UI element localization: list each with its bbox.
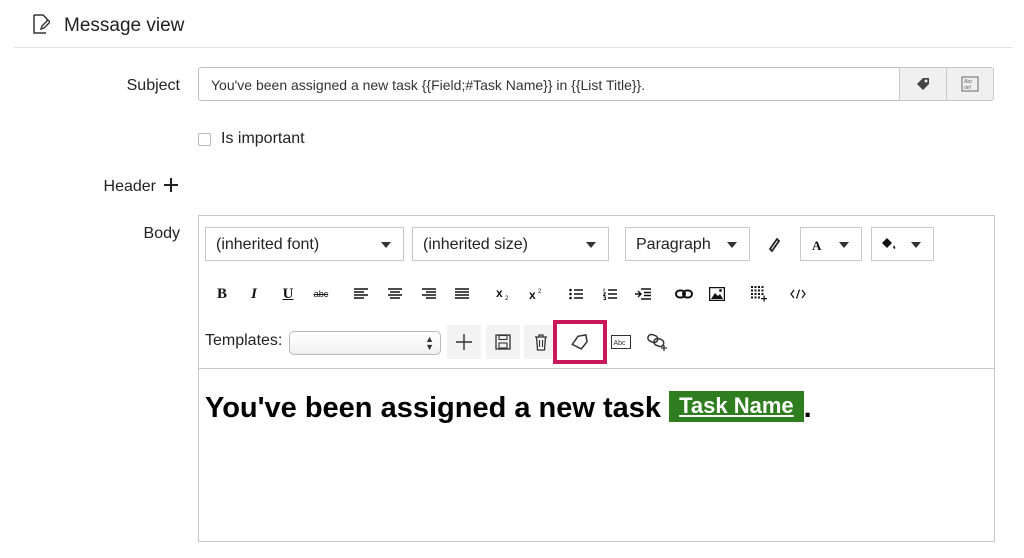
strikethrough-button[interactable]: abc (307, 280, 335, 308)
underline-button[interactable]: U (274, 280, 302, 308)
image-icon (709, 287, 725, 301)
source-code-button[interactable] (784, 280, 812, 308)
justify-button[interactable] (448, 280, 476, 308)
subject-input[interactable]: You've been assigned a new task {{Field;… (198, 67, 900, 101)
background-color-select[interactable] (871, 227, 934, 261)
text-field-icon: Abc def (961, 76, 979, 92)
insert-field-button[interactable] (899, 67, 947, 101)
clear-format-button[interactable] (760, 230, 788, 258)
font-size-select[interactable]: (inherited size) (412, 227, 609, 261)
svg-text:A: A (812, 238, 822, 252)
eraser-icon (768, 237, 781, 252)
tag-icon (917, 78, 929, 90)
block-format-value: Paragraph (636, 236, 711, 253)
italic-button[interactable]: I (240, 280, 268, 308)
text-color-icon: A (812, 238, 822, 252)
highlighted-remove-field-button[interactable] (553, 320, 607, 364)
indent-icon (635, 288, 651, 300)
body-editor: (inherited font) (inherited size) Paragr… (198, 215, 995, 542)
align-right-icon (422, 288, 436, 299)
plus-icon (456, 334, 472, 350)
numbered-list-icon (603, 288, 617, 300)
svg-text:Abc: Abc (614, 340, 627, 347)
header-label: Header (103, 178, 156, 195)
body-label: Body (143, 225, 180, 242)
task-name-field-chip[interactable]: Task Name (669, 391, 804, 422)
svg-text:x: x (496, 287, 503, 300)
editor-toolbar: (inherited font) (inherited size) Paragr… (199, 216, 994, 369)
svg-text:x: x (529, 288, 536, 301)
font-family-select[interactable]: (inherited font) (205, 227, 404, 261)
templates-label: Templates: (205, 332, 283, 349)
subject-label: Subject (126, 77, 180, 94)
insert-table-button[interactable] (745, 280, 773, 308)
body-text: You've been assigned a new task (205, 392, 662, 424)
section-title: Message view (64, 15, 185, 36)
subscript-button[interactable]: x 2 (490, 280, 518, 308)
trash-icon (535, 334, 547, 351)
table-icon (751, 286, 767, 302)
text-color-select[interactable]: A (800, 227, 862, 261)
paint-bucket-icon (882, 238, 896, 249)
svg-text:2: 2 (538, 289, 542, 295)
add-header-icon[interactable] (163, 177, 179, 193)
svg-text:def: def (964, 85, 972, 91)
edit-document-icon (33, 14, 50, 34)
bullet-list-button[interactable] (562, 280, 590, 308)
subscript-icon: x 2 (496, 287, 509, 301)
numbered-list-button[interactable] (596, 280, 624, 308)
insert-link-button[interactable] (670, 280, 698, 308)
editor-content[interactable]: You've been assigned a new task Task Nam… (205, 391, 812, 425)
align-left-button[interactable] (347, 280, 375, 308)
link-icon (675, 289, 693, 299)
code-icon (790, 289, 806, 299)
add-link-field-button[interactable] (641, 325, 675, 359)
insert-text-field-button-toolbar[interactable]: Abc (604, 325, 638, 359)
font-family-value: (inherited font) (216, 236, 320, 253)
add-template-button[interactable] (447, 325, 481, 359)
font-size-value: (inherited size) (423, 236, 528, 253)
bullet-list-icon (569, 288, 583, 300)
section-header: Message view (14, 0, 1013, 48)
text-field-icon: Abc (611, 335, 631, 349)
superscript-icon: x 2 (529, 288, 542, 301)
tag-outline-icon (571, 334, 588, 350)
align-center-button[interactable] (381, 280, 409, 308)
align-right-button[interactable] (415, 280, 443, 308)
body-trailing-text: . (803, 392, 812, 424)
indent-button[interactable] (629, 280, 657, 308)
svg-text:2: 2 (505, 296, 509, 301)
align-left-icon (354, 288, 368, 299)
superscript-button[interactable]: x 2 (523, 280, 551, 308)
select-arrows-icon: ▲ ▼ (425, 334, 434, 352)
insert-image-button[interactable] (703, 280, 731, 308)
save-template-button[interactable] (486, 325, 520, 359)
justify-icon (455, 288, 469, 299)
insert-text-field-button[interactable]: Abc def (946, 67, 994, 101)
link-add-icon (647, 333, 667, 351)
block-format-select[interactable]: Paragraph (625, 227, 750, 261)
save-icon (495, 334, 511, 350)
bold-button[interactable]: B (208, 280, 236, 308)
templates-select[interactable]: ▲ ▼ (289, 331, 441, 355)
is-important-label: Is important (221, 130, 305, 147)
align-center-icon (388, 288, 402, 299)
is-important-checkbox[interactable] (198, 133, 211, 146)
